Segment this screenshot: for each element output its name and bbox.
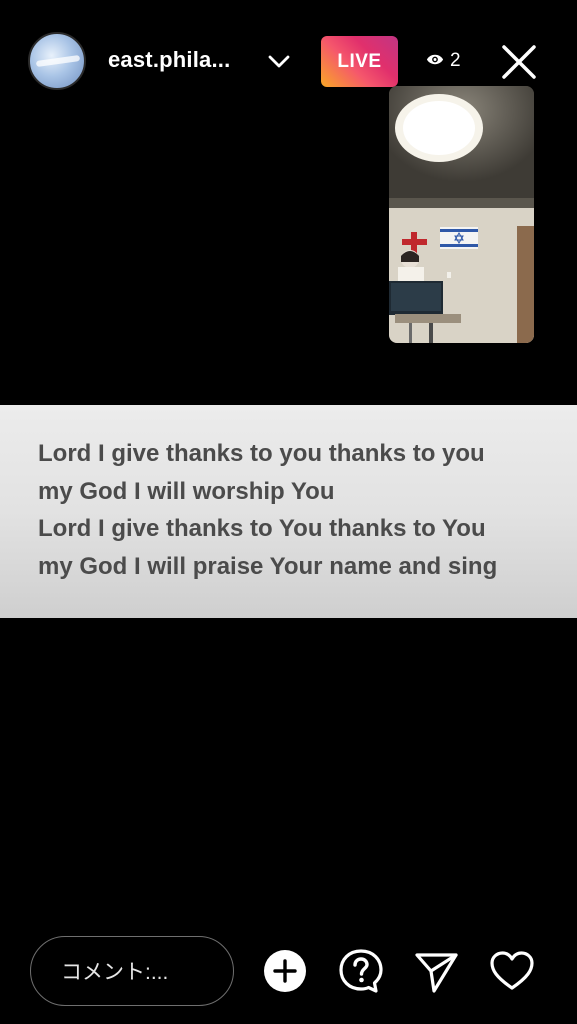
broadcaster-username[interactable]: east.phila...	[108, 47, 230, 73]
avatar[interactable]	[28, 32, 86, 90]
live-label: LIVE	[337, 50, 382, 72]
lyric-line: my God I will worship You	[38, 477, 335, 505]
chevron-down-icon[interactable]	[266, 49, 292, 75]
live-badge: LIVE	[321, 36, 398, 87]
lyric-line: Lord I give thanks to You thanks to You	[38, 515, 486, 542]
guest-video[interactable]	[389, 86, 534, 343]
lyric-line: my God I will praise Your name and sing	[38, 552, 498, 580]
add-icon[interactable]	[261, 947, 309, 995]
eye-icon	[426, 50, 444, 72]
comment-placeholder: コメント:...	[61, 961, 169, 984]
heart-icon[interactable]	[488, 947, 536, 995]
lyrics-banner: Lord I give thanks to you thanks to you …	[0, 405, 577, 618]
question-icon[interactable]	[337, 947, 385, 995]
viewer-count: 2	[450, 50, 461, 71]
close-icon[interactable]	[500, 43, 538, 81]
comment-input[interactable]: コメント:...	[30, 936, 234, 1006]
viewer-counter[interactable]: 2	[426, 50, 461, 72]
lyric-line: Lord I give thanks to you thanks to you	[38, 440, 485, 467]
send-icon[interactable]	[412, 947, 460, 995]
